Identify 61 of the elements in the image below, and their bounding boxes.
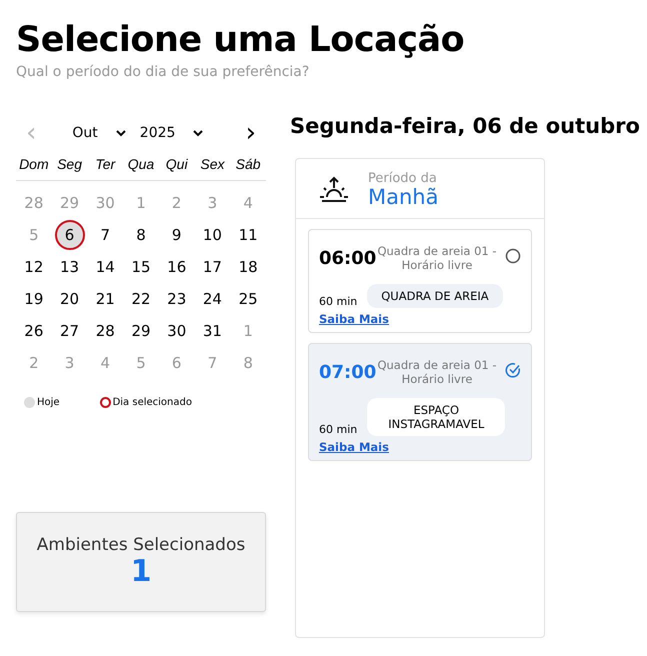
- page-subtitle: Qual o período do dia de sua preferência?: [16, 64, 310, 80]
- radio-icon[interactable]: [505, 248, 521, 264]
- more-info-link[interactable]: Saiba Mais: [319, 312, 389, 326]
- sunrise-icon: [318, 176, 350, 204]
- calendar-day[interactable]: 18: [233, 252, 264, 282]
- next-month-button[interactable]: ›: [240, 123, 262, 143]
- calendar-day[interactable]: 30: [162, 316, 192, 346]
- calendar-day[interactable]: 7: [90, 220, 120, 250]
- calendar-day[interactable]: 26: [18, 316, 49, 346]
- weekday-label: Dom: [16, 150, 52, 181]
- calendar-day[interactable]: 24: [197, 284, 228, 314]
- calendar-day[interactable]: 21: [90, 284, 120, 314]
- chevron-down-icon: [193, 130, 204, 136]
- chevron-down-icon: [116, 130, 126, 136]
- calendar-day[interactable]: 12: [18, 252, 49, 282]
- weekday-label: Qui: [158, 150, 195, 181]
- calendar-day[interactable]: 22: [126, 284, 156, 314]
- date-heading: Segunda-feira, 06 de outubro: [290, 114, 640, 138]
- selected-legend-icon: [100, 397, 111, 408]
- weekday-label: Sáb: [230, 150, 266, 181]
- weekday-label: Ter: [87, 150, 124, 181]
- calendar-day[interactable]: 14: [90, 252, 120, 282]
- legend-label: Hoje: [37, 397, 60, 408]
- calendar-day[interactable]: 17: [197, 252, 228, 282]
- more-info-link[interactable]: Saiba Mais: [319, 440, 389, 454]
- calendar-day[interactable]: 6: [54, 220, 85, 250]
- calendar-day[interactable]: 10: [197, 220, 228, 250]
- page-title: Selecione uma Locação: [16, 19, 466, 62]
- slot-tag: QUADRA DE AREIA: [367, 284, 503, 308]
- calendar-day[interactable]: 20: [54, 284, 85, 314]
- slot-duration: 60 min: [319, 423, 358, 436]
- weekday-label: Sex: [194, 150, 230, 181]
- today-legend-icon: [24, 397, 35, 408]
- calendar-day[interactable]: 13: [54, 252, 85, 282]
- calendar-day[interactable]: 15: [126, 252, 156, 282]
- weekday-label: Qua: [123, 150, 159, 181]
- calendar-day[interactable]: 11: [233, 220, 264, 250]
- calendar-day[interactable]: 25: [233, 284, 264, 314]
- weekday-label: Seg: [52, 150, 88, 181]
- calendar-day[interactable]: 31: [197, 316, 228, 346]
- slot-description: Quadra de areia 01 - Horário livre: [377, 358, 497, 386]
- slot-time: 06:00: [319, 248, 377, 268]
- slot-duration: 60 min: [319, 295, 358, 308]
- calendar-day[interactable]: 23: [162, 284, 192, 314]
- period-name: Manhã: [368, 186, 438, 208]
- legend-label: Dia selecionado: [112, 397, 192, 408]
- calendar-day[interactable]: 27: [54, 316, 85, 346]
- month-select[interactable]: Out: [72, 125, 126, 141]
- summary-label: Ambientes Selecionados: [36, 535, 246, 555]
- calendar-day[interactable]: 19: [18, 284, 49, 314]
- summary-count: 1: [130, 555, 152, 589]
- slot-description: Quadra de areia 01 - Horário livre: [377, 244, 497, 272]
- calendar-day[interactable]: 8: [126, 220, 156, 250]
- calendar-day[interactable]: 28: [90, 316, 120, 346]
- calendar-day[interactable]: 16: [162, 252, 192, 282]
- calendar-day[interactable]: 29: [126, 316, 156, 346]
- calendar-day[interactable]: 9: [162, 220, 192, 250]
- period-caption: Período da: [368, 171, 438, 186]
- slot-time: 07:00: [319, 362, 377, 382]
- year-select[interactable]: 2025: [140, 125, 204, 141]
- slot-tag: ESPAÇO INSTAGRAMAVEL: [367, 398, 506, 436]
